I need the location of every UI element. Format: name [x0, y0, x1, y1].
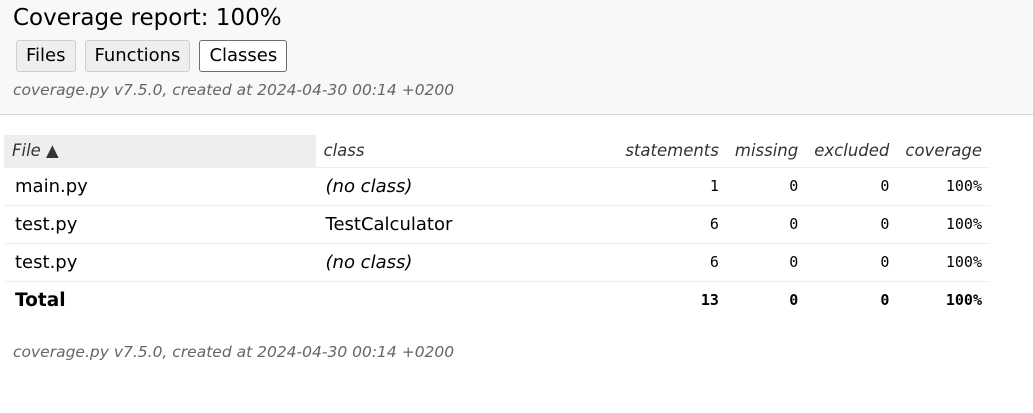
coverage-cell: 100% — [897, 243, 990, 282]
table-row: main.py (no class) 1 0 0 100% — [4, 167, 990, 206]
generator-info: coverage.py v7.5.0, created at 2024-04-3… — [13, 81, 455, 99]
class-cell[interactable]: (no class) — [315, 167, 618, 206]
total-missing: 0 — [789, 291, 799, 310]
statements-cell: 6 — [617, 243, 727, 282]
total-coverage: 100% — [945, 291, 982, 310]
tab-files[interactable]: Files — [16, 40, 76, 72]
tab-functions[interactable]: Functions — [84, 40, 191, 72]
total-statements: 13 — [700, 291, 719, 310]
report-header: Coverage report: 100% Files Functions Cl… — [0, 0, 1033, 115]
missing-cell: 0 — [726, 205, 807, 244]
table-row: test.py (no class) 6 0 0 100% — [4, 243, 990, 282]
total-row: Total 13 0 0 100% — [4, 281, 990, 319]
class-cell[interactable]: (no class) — [315, 243, 618, 282]
file-link[interactable]: test.py — [4, 205, 316, 244]
statements-cell: 1 — [617, 167, 727, 206]
column-header-class[interactable]: class — [315, 135, 618, 168]
missing-cell: 0 — [726, 243, 807, 282]
total-class-cell — [316, 281, 618, 319]
file-link[interactable]: test.py — [4, 243, 316, 282]
column-header-coverage[interactable]: coverage — [897, 135, 990, 168]
page-title: Coverage report: 100% — [13, 5, 282, 31]
tab-classes[interactable]: Classes — [199, 40, 288, 72]
column-header-missing[interactable]: missing — [726, 135, 807, 168]
footer-generator-info: coverage.py v7.5.0, created at 2024-04-3… — [13, 343, 455, 361]
total-excluded: 0 — [880, 291, 890, 310]
coverage-cell: 100% — [897, 205, 990, 244]
column-header-excluded[interactable]: excluded — [806, 135, 898, 168]
table-row: test.py TestCalculator 6 0 0 100% — [4, 205, 990, 244]
excluded-cell: 0 — [806, 243, 898, 282]
file-link[interactable]: main.py — [4, 167, 316, 206]
column-header-statements[interactable]: statements — [617, 135, 727, 168]
table-header-row: File ▲ class statements missing excluded… — [4, 135, 990, 168]
view-tabs: Files Functions Classes — [16, 40, 296, 72]
total-label: Total — [15, 289, 66, 311]
excluded-cell: 0 — [806, 167, 898, 206]
column-header-file[interactable]: File ▲ — [4, 135, 316, 168]
missing-cell: 0 — [726, 167, 807, 206]
excluded-cell: 0 — [806, 205, 898, 244]
coverage-table: File ▲ class statements missing excluded… — [4, 135, 990, 319]
class-cell[interactable]: TestCalculator — [315, 205, 618, 244]
coverage-cell: 100% — [897, 167, 990, 206]
statements-cell: 6 — [617, 205, 727, 244]
